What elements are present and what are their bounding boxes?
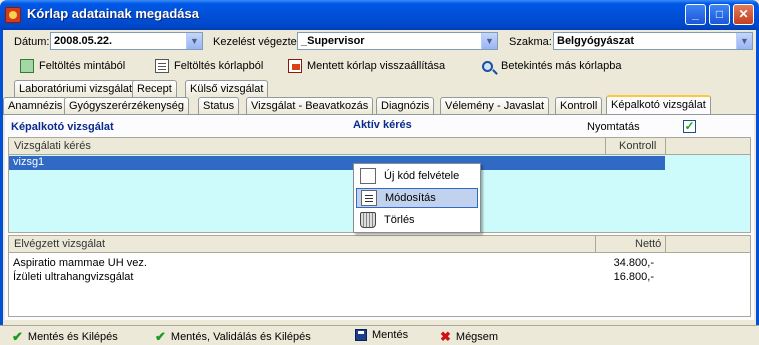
tab-gyogyszer[interactable]: Gyógyszerérzékenység [64, 97, 189, 114]
betekintes-label: Betekintés más kórlapba [501, 60, 622, 72]
mentes-kilepes-button[interactable]: ✔ Mentés és Kilépés [12, 329, 118, 345]
title-bar: Kórlap adatainak megadása _ □ ✕ [0, 0, 759, 30]
col-netto: Nettó [635, 238, 662, 250]
menu-item-modositas[interactable]: Módosítás [356, 188, 478, 208]
tab-diagnozis[interactable]: Diagnózis [376, 97, 435, 114]
feltoltes-mintabol-button[interactable]: Feltöltés mintából [20, 57, 125, 75]
double-check-icon: ✔ [155, 329, 166, 344]
done-row-name[interactable]: Ízületi ultrahangvizsgálat [13, 271, 133, 283]
nyomtatas-checkbox[interactable]: ✓ [683, 120, 696, 133]
mentes-button[interactable]: Mentés [355, 329, 408, 341]
tab-vizsgalat-beavatkozas[interactable]: Vizsgálat - Beavatkozás [246, 97, 374, 114]
tab-kulso[interactable]: Külső vizsgálat [185, 80, 269, 97]
column-separator [595, 236, 596, 253]
betekintes-button[interactable]: Betekintés más kórlapba [482, 57, 621, 75]
button-bar: ✔ Mentés és Kilépés ✔ Mentés, Validálás … [0, 325, 759, 345]
datum-label: Dátum: [14, 36, 50, 48]
table-row[interactable]: vizsg1 [9, 156, 665, 170]
szakma-label: Szakma: [509, 36, 552, 48]
check-icon: ✔ [12, 329, 23, 344]
feltoltes-korlapbol-button[interactable]: Feltöltés kórlapból [155, 57, 263, 75]
section-title: Képalkotó vizsgálat [11, 121, 114, 133]
col-kontroll: Kontroll [619, 140, 657, 152]
col-request: Vizsgálati kérés [14, 140, 91, 152]
tab-velemeny[interactable]: Vélemény - Javaslat [440, 97, 550, 114]
tab-kontroll[interactable]: Kontroll [555, 97, 603, 114]
minimize-button[interactable]: _ [685, 4, 706, 25]
mentett-visszaallitas-button[interactable]: Mentett kórlap visszaállítása [288, 57, 445, 75]
megsem-button[interactable]: ✖ Mégsem [440, 329, 498, 345]
column-separator [665, 138, 666, 155]
menu-item-label: Módosítás [385, 192, 436, 204]
done-grid-header: Elvégzett vizsgálat Nettó [9, 236, 750, 253]
done-row-netto: 34.800,- [613, 257, 654, 269]
chevron-down-icon[interactable]: ▼ [186, 33, 202, 49]
document-icon [155, 59, 169, 73]
mentes-label: Mentés [372, 329, 409, 341]
datum-value: 2008.05.22. [54, 35, 113, 47]
done-grid: Elvégzett vizsgálat Nettó Aspiratio mamm… [8, 235, 751, 317]
megsem-label: Mégsem [455, 331, 499, 343]
mentes-validalas-button[interactable]: ✔ Mentés, Validálás és Kilépés [155, 329, 311, 345]
menu-item-label: Törlés [384, 214, 415, 226]
search-icon [482, 60, 493, 72]
chevron-down-icon[interactable]: ▼ [736, 33, 752, 49]
szakma-field[interactable]: Belgyógyászat ▼ [553, 32, 753, 50]
new-document-icon [360, 168, 376, 184]
save-icon [355, 329, 367, 341]
kezelest-value: _Supervisor [301, 35, 365, 47]
nyomtatas-label: Nyomtatás [587, 121, 640, 133]
edit-icon [361, 190, 377, 206]
column-separator [665, 236, 666, 253]
feltoltes-korlapbol-label: Feltöltés kórlapból [174, 60, 264, 72]
request-grid-header: Vizsgálati kérés Kontroll [9, 138, 750, 155]
szakma-value: Belgyógyászat [557, 35, 635, 47]
col-done: Elvégzett vizsgálat [14, 238, 106, 250]
tab-recept[interactable]: Recept [132, 80, 177, 97]
done-row-netto: 16.800,- [613, 271, 654, 283]
column-separator [605, 138, 606, 155]
tab-status[interactable]: Status [198, 97, 240, 114]
app-icon [5, 7, 21, 23]
mentes-kilepes-label: Mentés és Kilépés [27, 331, 118, 343]
kezelest-field[interactable]: _Supervisor ▼ [297, 32, 498, 50]
window-title: Kórlap adatainak megadása [27, 6, 199, 21]
feltoltes-mintabol-label: Feltöltés mintából [39, 60, 126, 72]
close-button[interactable]: ✕ [733, 4, 754, 25]
done-row-name[interactable]: Aspiratio mammae UH vez. [13, 257, 147, 269]
kezelest-label: Kezelést végezte: [213, 36, 300, 48]
mentett-visszaallitas-label: Mentett kórlap visszaállítása [307, 60, 446, 72]
restore-icon [288, 59, 302, 73]
aktiv-keres-label: Aktív kérés [353, 119, 412, 131]
trash-icon [360, 212, 376, 228]
tab-laboratoriumi[interactable]: Laboratóriumi vizsgálat [14, 80, 138, 97]
tab-anamnezis[interactable]: Anamnézis [3, 97, 68, 114]
maximize-button[interactable]: □ [709, 4, 730, 25]
tab-kepalkoto[interactable]: Képalkotó vizsgálat [606, 95, 711, 114]
menu-item-label: Új kód felvétele [384, 170, 460, 182]
menu-item-uj-kod[interactable]: Új kód felvétele [356, 166, 478, 186]
menu-item-torles[interactable]: Törlés [356, 210, 478, 230]
template-icon [20, 59, 34, 73]
cancel-icon: ✖ [440, 329, 451, 344]
datum-field[interactable]: 2008.05.22. ▼ [50, 32, 203, 50]
chevron-down-icon[interactable]: ▼ [481, 33, 497, 49]
mentes-validalas-label: Mentés, Validálás és Kilépés [170, 331, 311, 343]
context-menu: Új kód felvétele Módosítás Törlés [353, 163, 481, 233]
